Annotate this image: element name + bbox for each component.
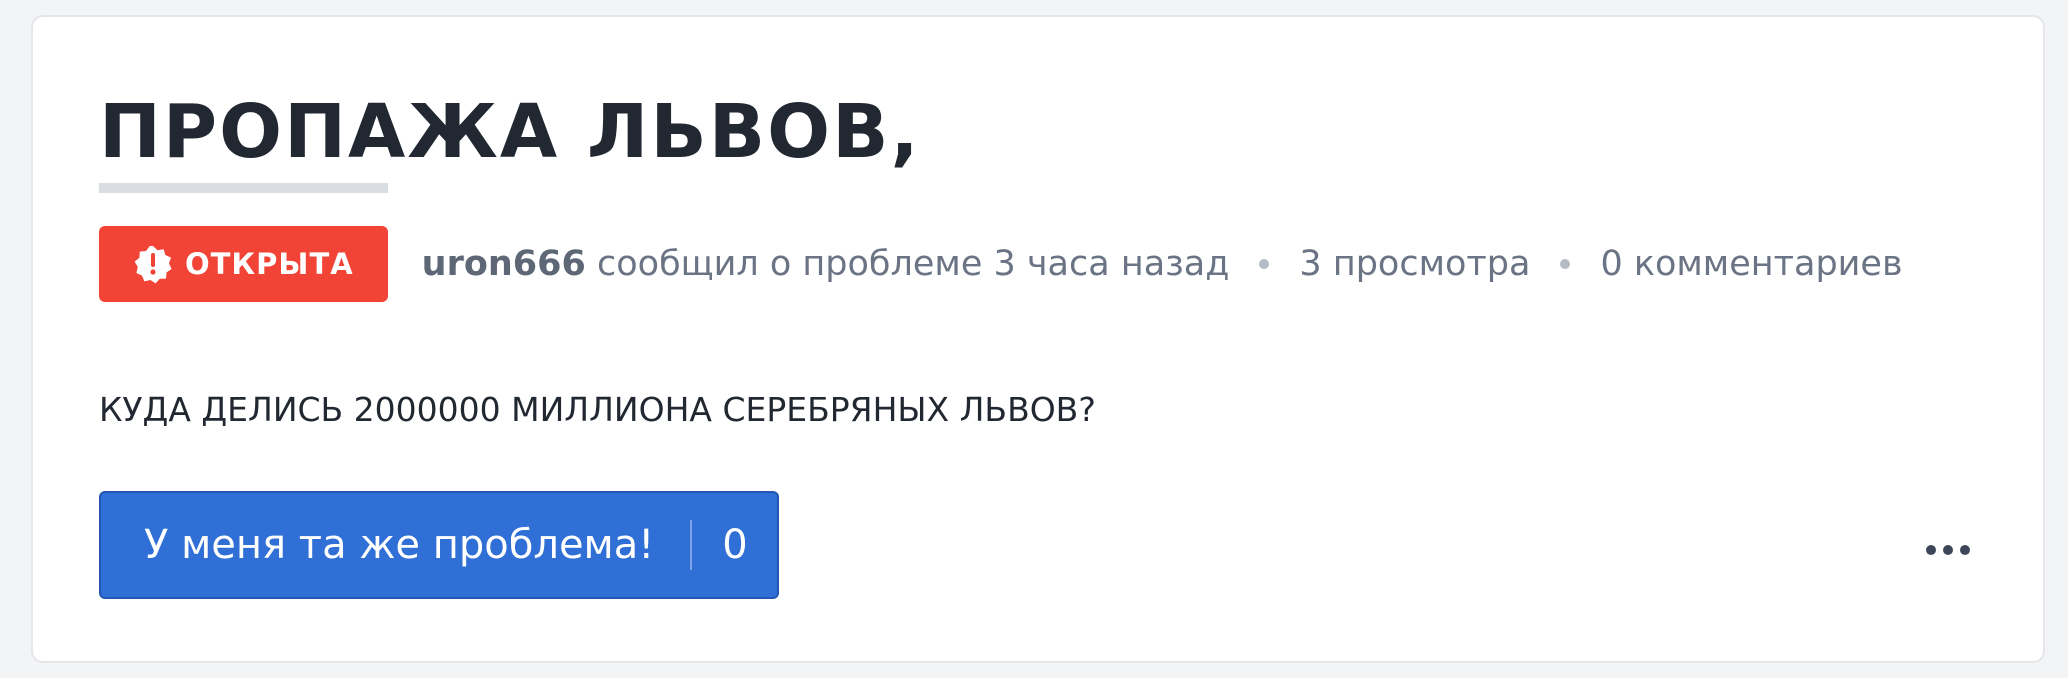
button-divider — [690, 520, 693, 570]
status-label: ОТКРЫТА — [185, 247, 354, 281]
meta-separator — [1259, 259, 1270, 269]
reported-text: сообщил о проблеме 3 часа назад — [597, 244, 1230, 284]
issue-title: ПРОПАЖА ЛЬВОВ, — [99, 89, 921, 175]
same-problem-button[interactable]: У меня та же проблема! 0 — [99, 491, 779, 599]
dot — [1960, 545, 1970, 555]
alert-badge-icon — [134, 246, 172, 284]
comments-count[interactable]: 0 комментариев — [1600, 244, 1902, 284]
issue-meta: ОТКРЫТА uron666 сообщил о проблеме 3 час… — [99, 225, 1903, 303]
same-problem-label: У меня та же проблема! — [144, 522, 655, 568]
meta-separator — [1560, 259, 1571, 269]
same-problem-count: 0 — [722, 522, 748, 568]
author-link[interactable]: uron666 — [422, 244, 586, 284]
dot — [1926, 545, 1936, 555]
dot — [1943, 545, 1953, 555]
meta-line: uron666 сообщил о проблеме 3 часа назад … — [422, 244, 1903, 284]
issue-card: ПРОПАЖА ЛЬВОВ, ОТКРЫТА uron666 сообщил о… — [31, 15, 2045, 663]
title-underline — [99, 183, 388, 193]
views-count: 3 просмотра — [1299, 244, 1531, 284]
more-horizontal-icon[interactable] — [1913, 535, 1983, 565]
status-badge: ОТКРЫТА — [99, 226, 388, 302]
issue-body: КУДА ДЕЛИСЬ 2000000 МИЛЛИОНА СЕРЕБРЯНЫХ … — [99, 390, 1096, 429]
